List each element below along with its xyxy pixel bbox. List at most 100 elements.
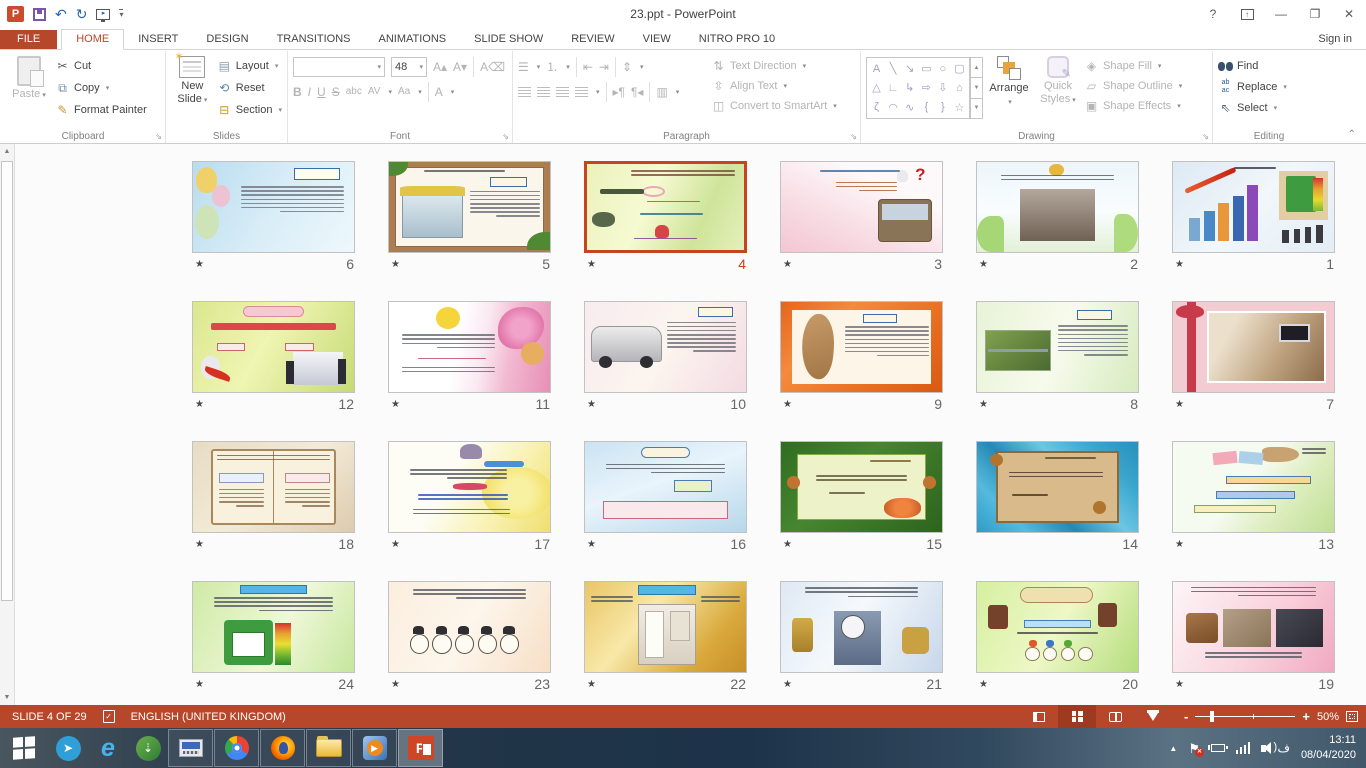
text-direction-button[interactable]: ⇅Text Direction▾ — [711, 57, 837, 75]
clock[interactable]: 13:11 08/04/2020 — [1301, 733, 1356, 763]
font-button-b[interactable]: B — [293, 86, 302, 98]
shape-0-5[interactable]: ▢ — [952, 61, 967, 77]
clipboard-dialog-launcher[interactable]: ⇘ — [155, 133, 162, 141]
font-dialog-launcher[interactable]: ⇘ — [502, 133, 509, 141]
slide-thumbnail-4[interactable] — [584, 161, 747, 253]
shrink-font-button[interactable]: A▾ — [453, 61, 467, 73]
zoom-slider-thumb[interactable] — [1210, 711, 1214, 722]
taskbar-powerpoint-button[interactable]: P — [398, 729, 443, 767]
slide-thumbnail-3[interactable]: ? — [780, 161, 943, 253]
taskbar-file-explorer-button[interactable] — [306, 729, 351, 767]
slide-thumbnail-12[interactable] — [192, 301, 355, 393]
format-painter-button[interactable]: ✎Format Painter — [55, 101, 147, 119]
tab-design[interactable]: DESIGN — [192, 30, 262, 49]
volume-icon[interactable] — [1261, 745, 1266, 752]
collapse-ribbon-button[interactable]: ⌃ — [1348, 129, 1356, 140]
shape-effects-button[interactable]: ▣Shape Effects▾ — [1084, 97, 1182, 115]
slide-thumbnail-24[interactable] — [192, 581, 355, 673]
shape-0-3[interactable]: ▭ — [919, 61, 934, 77]
shape-1-5[interactable]: ⌂ — [952, 80, 967, 96]
slide-thumbnail-14[interactable] — [976, 441, 1139, 533]
slide-thumbnail-2[interactable] — [976, 161, 1139, 253]
font-button-a[interactable]: A — [435, 86, 443, 98]
paste-button[interactable]: Paste▾ — [6, 54, 52, 127]
slide-thumbnail-1[interactable] — [1172, 161, 1335, 253]
hidden-icons-arrow[interactable]: ▲ — [1169, 744, 1177, 753]
taskbar-firefox-button[interactable] — [260, 729, 305, 767]
slide-thumbnail-23[interactable] — [388, 581, 551, 673]
taskbar-on-screen-keyboard-button[interactable] — [168, 729, 213, 767]
tab-review[interactable]: REVIEW — [557, 30, 628, 49]
slide-thumbnail-22[interactable] — [584, 581, 747, 673]
sign-in-link[interactable]: Sign in — [1318, 33, 1366, 49]
replace-button[interactable]: abacReplace▾ — [1218, 78, 1287, 96]
slide-thumbnail-19[interactable] — [1172, 581, 1335, 673]
tab-file[interactable]: FILE — [0, 30, 57, 49]
tab-transitions[interactable]: TRANSITIONS — [263, 30, 365, 49]
tab-home[interactable]: HOME — [61, 29, 124, 50]
help-button[interactable]: ? — [1196, 0, 1230, 28]
cut-button[interactable]: ✂Cut — [55, 57, 147, 75]
slide-thumbnail-21[interactable] — [780, 581, 943, 673]
normal-view-button[interactable] — [1020, 705, 1058, 728]
taskbar-internet-explorer-icon[interactable]: e — [88, 728, 128, 768]
font-button-aa[interactable]: Aa — [398, 87, 410, 97]
shape-1-4[interactable]: ⇩ — [935, 80, 950, 96]
spellcheck-icon[interactable]: ✓ — [103, 710, 115, 723]
ltr-paragraph-icon[interactable]: ▸¶ — [613, 86, 625, 98]
slide-thumbnail-20[interactable] — [976, 581, 1139, 673]
scroll-up-arrow[interactable]: ▲ — [0, 144, 14, 159]
drawing-dialog-launcher[interactable]: ⇘ — [1202, 133, 1209, 141]
restore-button[interactable]: ❐ — [1298, 0, 1332, 28]
shape-outline-button[interactable]: ▱Shape Outline▾ — [1084, 77, 1182, 95]
redo-icon[interactable]: ↻ — [76, 7, 88, 21]
font-button-abc[interactable]: abc — [346, 87, 362, 97]
taskbar-telegram-icon[interactable]: ➤ — [48, 728, 88, 768]
clear-formatting-button[interactable]: A⌫ — [480, 61, 505, 73]
zoom-level[interactable]: 50% — [1317, 711, 1339, 723]
power-icon[interactable] — [1211, 744, 1225, 752]
tab-insert[interactable]: INSERT — [124, 30, 192, 49]
section-button[interactable]: ⊟Section▾ — [217, 101, 282, 119]
align-right-icon[interactable] — [556, 87, 569, 97]
start-slideshow-icon[interactable]: ▸ — [96, 9, 110, 20]
start-button[interactable] — [0, 728, 48, 768]
shape-gallery[interactable]: A╲↘▭○▢△∟↳⇨⇩⌂ζ◠∿{}☆ — [866, 57, 970, 119]
zoom-out-button[interactable]: - — [1184, 709, 1188, 724]
language-indicator[interactable]: ENGLISH (UNITED KINGDOM) — [131, 711, 286, 723]
slide-thumbnail-6[interactable] — [192, 161, 355, 253]
minimize-button[interactable]: — — [1264, 0, 1298, 28]
close-button[interactable]: ✕ — [1332, 0, 1366, 28]
numbering-icon[interactable]: ⒈ — [546, 61, 558, 73]
tab-view[interactable]: VIEW — [629, 30, 685, 49]
zoom-slider[interactable] — [1195, 711, 1295, 722]
font-size-select[interactable]: 48▾ — [391, 57, 427, 77]
font-button-u[interactable]: U — [317, 86, 326, 98]
rtl-paragraph-icon[interactable]: ¶◂ — [631, 86, 643, 98]
customize-qat-icon[interactable]: ▾ — [119, 9, 123, 19]
shape-2-2[interactable]: ∿ — [902, 99, 917, 115]
taskbar-media-player-button[interactable]: ▶ — [352, 729, 397, 767]
align-text-button[interactable]: ⇳Align Text▾ — [711, 77, 837, 95]
undo-icon[interactable]: ↶ — [55, 7, 67, 21]
align-left-icon[interactable] — [518, 87, 531, 97]
slide-thumbnail-18[interactable] — [192, 441, 355, 533]
slide-sorter-view-button[interactable] — [1058, 705, 1096, 728]
columns-icon[interactable]: ▥ — [656, 86, 667, 98]
shape-2-1[interactable]: ◠ — [886, 99, 901, 115]
shape-2-3[interactable]: { — [919, 99, 934, 115]
taskbar-chrome-button[interactable] — [214, 729, 259, 767]
slide-thumbnail-17[interactable] — [388, 441, 551, 533]
tab-nitro-pro-10[interactable]: NITRO PRO 10 — [685, 30, 789, 49]
zoom-in-button[interactable]: + — [1302, 709, 1310, 724]
select-button[interactable]: ⇖Select▾ — [1218, 99, 1287, 117]
action-center-flag-icon[interactable]: ⚑✕ — [1188, 742, 1200, 755]
save-icon[interactable] — [33, 8, 46, 21]
shape-0-4[interactable]: ○ — [935, 61, 950, 77]
shape-gallery-scroll[interactable]: ▲▼▼ — [970, 57, 983, 119]
grow-font-button[interactable]: A▴ — [433, 61, 447, 73]
font-button-i[interactable]: I — [308, 86, 311, 98]
shape-0-2[interactable]: ↘ — [902, 61, 917, 77]
reset-button[interactable]: ⟲Reset — [217, 79, 282, 97]
paragraph-dialog-launcher[interactable]: ⇘ — [850, 133, 857, 141]
